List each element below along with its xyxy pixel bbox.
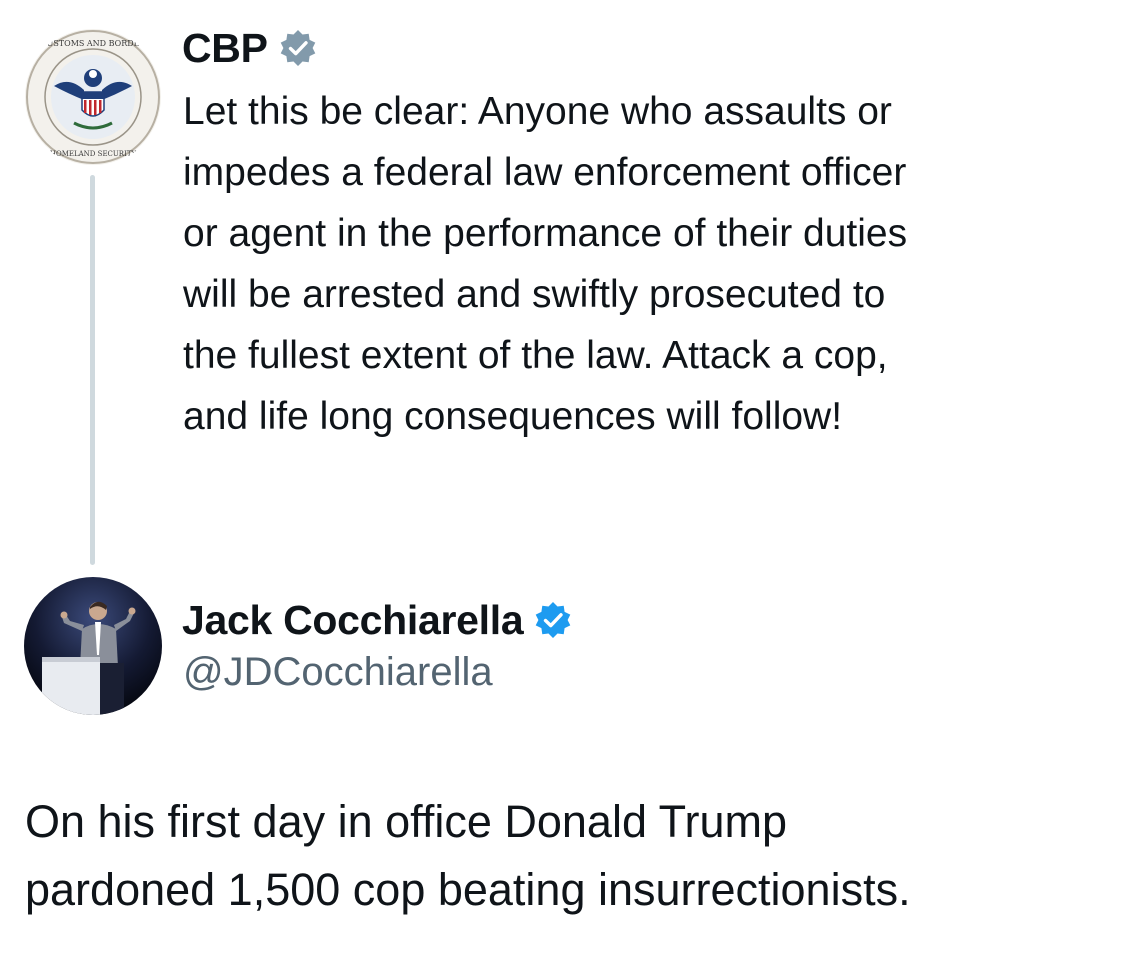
author-display-name[interactable]: Jack Cocchiarella bbox=[182, 597, 524, 644]
quoted-post-text: Let this be clear: Anyone who assaults o… bbox=[183, 90, 908, 438]
reply-post-text: On his first day in office Donald Trump … bbox=[25, 796, 911, 915]
author-display-name[interactable]: CBP bbox=[182, 25, 268, 72]
gray-verified-badge-icon bbox=[278, 28, 318, 68]
cbp-seal-logo: CUSTOMS AND BORDER HOMELAND SECURITY bbox=[25, 29, 161, 165]
blue-verified-badge-icon bbox=[533, 600, 573, 640]
cbp-name-row[interactable]: CBP bbox=[182, 20, 318, 76]
jack-name-row[interactable]: Jack Cocchiarella bbox=[182, 594, 573, 646]
jack-avatar[interactable] bbox=[24, 577, 162, 715]
cbp-avatar[interactable]: CUSTOMS AND BORDER HOMELAND SECURITY bbox=[24, 28, 162, 166]
author-handle[interactable]: @JDCocchiarella bbox=[183, 650, 493, 695]
speaker-photo bbox=[24, 577, 162, 715]
thread-connector-line bbox=[90, 175, 95, 565]
svg-text:CUSTOMS AND BORDER: CUSTOMS AND BORDER bbox=[40, 39, 146, 48]
svg-text:HOMELAND SECURITY: HOMELAND SECURITY bbox=[50, 150, 137, 158]
